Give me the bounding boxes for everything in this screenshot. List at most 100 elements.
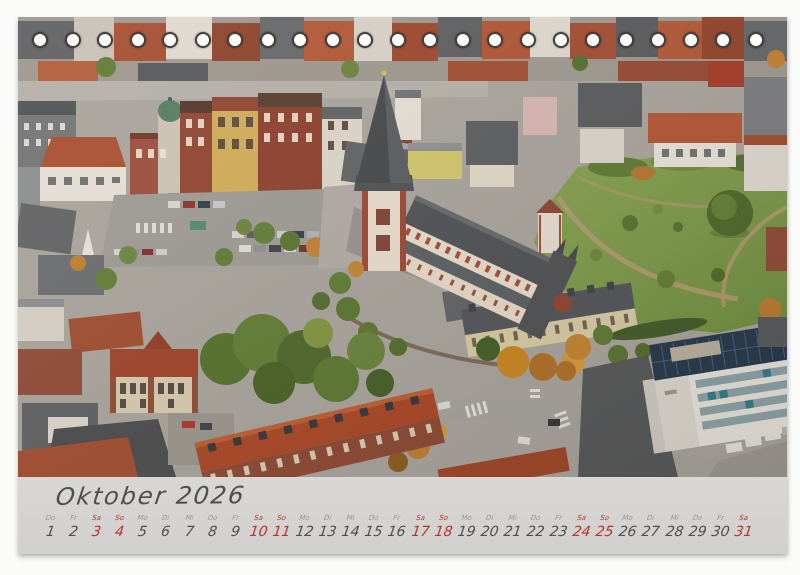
month-title: Oktober 2026 — [54, 481, 247, 511]
weekday-label: Do — [362, 513, 386, 523]
day-cell: Do 1 — [39, 513, 62, 541]
day-cell: Do 8 — [201, 513, 224, 541]
date-number: 8 — [199, 523, 225, 541]
day-cell: Fr 23 — [547, 513, 570, 541]
weekday-label: Mi — [500, 513, 524, 523]
day-cell: Di 13 — [316, 513, 339, 541]
weekday-label: Do — [685, 513, 709, 523]
day-cell: So 25 — [593, 513, 616, 541]
date-number: 26 — [615, 523, 641, 541]
date-number: 31 — [731, 523, 757, 541]
weekday-label: Sa — [569, 513, 593, 523]
weekday-label: Sa — [246, 513, 270, 523]
backdrop: Oktober 2026 Do 1 Fr 2 Sa 3 — [0, 0, 800, 575]
date-number: 22 — [523, 523, 549, 541]
weekday-label: Di — [315, 513, 339, 523]
weekday-label: So — [269, 513, 293, 523]
day-cell: Sa 3 — [85, 513, 108, 541]
day-cell: Di 27 — [639, 513, 662, 541]
weekday-label: Di — [639, 513, 663, 523]
weekday-label: Fr — [546, 513, 570, 523]
day-cell: So 4 — [108, 513, 131, 541]
day-cell: Sa 17 — [409, 513, 432, 541]
day-cell: Do 15 — [362, 513, 385, 541]
weekday-label: Mi — [177, 513, 201, 523]
weekday-label: Mo — [454, 513, 478, 523]
day-cell: Fr 2 — [62, 513, 85, 541]
weekday-label: Fr — [61, 513, 85, 523]
weekday-label: Di — [154, 513, 178, 523]
date-number: 30 — [707, 523, 733, 541]
weekday-label: Do — [200, 513, 224, 523]
date-number: 13 — [315, 523, 341, 541]
date-number: 1 — [38, 523, 64, 541]
date-number: 20 — [477, 523, 503, 541]
weekday-label: Sa — [731, 513, 755, 523]
day-cell: Mi 14 — [339, 513, 362, 541]
calendar-page: Oktober 2026 Do 1 Fr 2 Sa 3 — [18, 17, 787, 554]
date-number: 16 — [384, 523, 410, 541]
weekday-label: Mo — [616, 513, 640, 523]
day-cell: Mi 7 — [178, 513, 201, 541]
weekday-label: Mo — [131, 513, 155, 523]
weekday-label: Mi — [662, 513, 686, 523]
date-number: 6 — [153, 523, 179, 541]
weekday-label: Fr — [385, 513, 409, 523]
date-number: 15 — [361, 523, 387, 541]
date-number: 5 — [130, 523, 156, 541]
calendar-strip: Oktober 2026 Do 1 Fr 2 Sa 3 — [18, 477, 787, 554]
day-cell: Do 29 — [686, 513, 709, 541]
date-number: 24 — [569, 523, 595, 541]
date-number: 11 — [269, 523, 295, 541]
date-number: 28 — [661, 523, 687, 541]
day-cell: Di 20 — [478, 513, 501, 541]
weekday-label: Do — [523, 513, 547, 523]
date-number: 4 — [107, 523, 133, 541]
day-cell: Di 6 — [154, 513, 177, 541]
day-cell: So 11 — [270, 513, 293, 541]
day-cell: Mi 21 — [501, 513, 524, 541]
weekday-label: Di — [477, 513, 501, 523]
date-number: 27 — [638, 523, 664, 541]
day-cell: Fr 30 — [709, 513, 732, 541]
date-number: 17 — [407, 523, 433, 541]
day-cell: Fr 9 — [224, 513, 247, 541]
date-number: 12 — [292, 523, 318, 541]
day-cell: Mo 5 — [131, 513, 154, 541]
date-number: 14 — [338, 523, 364, 541]
day-cell: Sa 10 — [247, 513, 270, 541]
date-number: 29 — [684, 523, 710, 541]
date-number: 2 — [61, 523, 87, 541]
date-row: Do 1 Fr 2 Sa 3 So 4 — [39, 513, 755, 541]
weekday-label: Mo — [292, 513, 316, 523]
date-number: 10 — [246, 523, 272, 541]
day-cell: Mo 12 — [293, 513, 316, 541]
weekday-label: Sa — [84, 513, 108, 523]
date-number: 21 — [500, 523, 526, 541]
date-number: 9 — [222, 523, 248, 541]
day-cell: Do 22 — [524, 513, 547, 541]
day-cell: Mo 19 — [455, 513, 478, 541]
date-number: 3 — [84, 523, 110, 541]
date-number: 23 — [546, 523, 572, 541]
weekday-label: Do — [38, 513, 62, 523]
weekday-label: So — [593, 513, 617, 523]
day-cell: So 18 — [432, 513, 455, 541]
weekday-label: Mi — [339, 513, 363, 523]
weekday-label: Fr — [223, 513, 247, 523]
date-number: 7 — [176, 523, 202, 541]
day-cell: Mo 26 — [616, 513, 639, 541]
day-cell: Sa 31 — [732, 513, 755, 541]
date-number: 25 — [592, 523, 618, 541]
weekday-label: Fr — [708, 513, 732, 523]
weekday-label: So — [431, 513, 455, 523]
aerial-photo-illustration — [18, 17, 787, 477]
date-number: 19 — [453, 523, 479, 541]
day-cell: Mi 28 — [663, 513, 686, 541]
date-number: 18 — [430, 523, 456, 541]
day-cell: Sa 24 — [570, 513, 593, 541]
day-cell: Fr 16 — [385, 513, 408, 541]
weekday-label: So — [108, 513, 132, 523]
weekday-label: Sa — [408, 513, 432, 523]
aerial-photo — [18, 17, 787, 477]
